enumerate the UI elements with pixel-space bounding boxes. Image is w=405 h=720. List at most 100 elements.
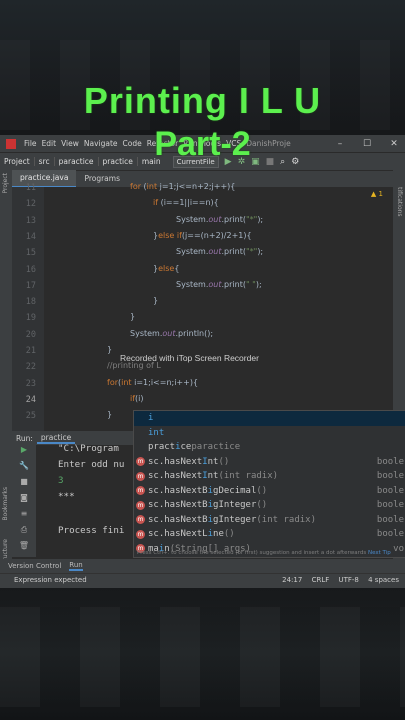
completion-prefix: sc.hasNextB [148, 485, 208, 496]
completion-name: sc.hasNextLine [148, 529, 224, 539]
code-line: System.out.println(); [130, 329, 213, 338]
bookmarks-tool-label[interactable]: Bookmarks [2, 487, 9, 521]
method-icon: m [136, 486, 145, 496]
line-number: 15 [25, 248, 36, 259]
background-bottom [0, 587, 405, 720]
completion-name: int [148, 428, 164, 438]
run-tab-practice[interactable]: practice [36, 433, 76, 444]
completion-prefix: sc.hasNextB [148, 500, 208, 511]
code-token: .print( [221, 279, 246, 289]
line-number: 16 [25, 264, 36, 275]
code-line: System.out.print("*"); [176, 247, 263, 256]
soft-wrap-icon[interactable]: ≡ [12, 509, 36, 525]
completion-hint-text: Press Ctrl+. to choose the selected (or … [137, 550, 367, 556]
line-number: 25 [25, 411, 36, 422]
warning-indicator[interactable]: ▲ 1 [371, 190, 383, 198]
stop-run-icon[interactable]: ■ [12, 477, 36, 493]
completion-item[interactable]: m sc.hasNextInt (int radix) boole [134, 469, 405, 484]
completion-type: boole [376, 485, 404, 496]
left-tool-strip: Project Bookmarks Structure [0, 169, 12, 567]
print-icon[interactable]: ⎙ [12, 525, 36, 541]
code-token: j=1;j<=n+2;j++){ [157, 182, 236, 191]
completion-prefix: sc.hasNext [148, 456, 203, 467]
code-editor[interactable] [44, 187, 384, 431]
project-tool-label[interactable]: Project [2, 173, 9, 194]
status-right: 24:17 CRLF UTF-8 4 spaces [275, 576, 399, 584]
code-line: if(i) [130, 394, 144, 403]
next-tip-link[interactable]: Next Tip [368, 550, 391, 556]
line-number: 11 [25, 183, 36, 193]
completion-item[interactable]: m sc.hasNextInt() boole [134, 455, 405, 470]
completion-rest: gDecimal [213, 485, 257, 496]
completion-name: sc.hasNextInt [148, 471, 218, 481]
completion-signature: paractice [191, 442, 241, 453]
indent-setting[interactable]: 4 spaces [368, 576, 399, 584]
method-icon: m [136, 529, 145, 539]
code-token: ); [255, 279, 262, 289]
completion-name: sc.hasNextBigInteger [148, 500, 256, 510]
code-token: .print( [221, 247, 246, 257]
output-line: "C:\Program [58, 443, 119, 454]
camera-icon[interactable]: ◙ [12, 493, 36, 509]
line-number: 18 [25, 297, 36, 308]
completion-item[interactable]: m sc.hasNextBigInteger() boole [134, 498, 405, 513]
completion-name: sc.hasNextInt [148, 457, 218, 467]
completion-prefix: sc.hasNextL [148, 529, 208, 540]
completion-rest: ne [213, 529, 224, 540]
completion-item[interactable]: i [134, 411, 405, 426]
bottom-tool-bar: Version Control Run [0, 559, 405, 573]
tab-programs[interactable]: Programs [76, 171, 128, 187]
variable-icon [136, 428, 145, 437]
code-token: } [107, 410, 113, 420]
code-token: out [208, 247, 222, 257]
line-number: 23 [25, 378, 36, 389]
completion-signature: (int radix) [256, 514, 316, 525]
recorder-watermark: Recorded with iTop Screen Recorder [120, 353, 259, 363]
code-token: ); [257, 247, 264, 257]
status-bar: Expression expected 24:17 CRLF UTF-8 4 s… [0, 573, 405, 588]
completion-signature: () [218, 456, 230, 467]
trash-icon[interactable]: 🗑 [12, 541, 36, 557]
completion-item[interactable]: m sc.hasNextBigInteger (int radix) boole [134, 513, 405, 528]
completion-item[interactable]: m sc.hasNextBigDecimal() boole [134, 484, 405, 499]
rerun-icon[interactable]: ▶ [12, 445, 36, 461]
code-token: i=1;i<=n;i++){ [131, 377, 199, 387]
completion-type: boole [376, 500, 404, 511]
line-separator[interactable]: CRLF [312, 576, 330, 584]
code-token: out [208, 279, 222, 289]
completion-item[interactable]: practice paractice [134, 440, 405, 455]
code-token: " " [245, 279, 256, 289]
completion-rest: ce [180, 442, 192, 453]
completion-hint: Press Ctrl+. to choose the selected (or … [137, 550, 391, 556]
run-output: "C:\Program Enter odd nu 3 *** Process f… [36, 443, 136, 557]
output-line: Process fini [58, 525, 125, 536]
completion-signature: () [223, 529, 235, 540]
wrench-icon[interactable]: 🔧 [12, 461, 36, 477]
variable-icon [136, 443, 145, 452]
version-control-tab[interactable]: Version Control [8, 562, 61, 570]
completion-item[interactable]: int [134, 426, 405, 441]
line-number: 24 [25, 394, 36, 405]
run-tool-tab[interactable]: Run [69, 561, 83, 571]
method-icon: m [136, 515, 145, 525]
code-token: "*" [245, 214, 258, 224]
code-token: (i) [135, 393, 144, 403]
code-token: System. [176, 214, 209, 224]
output-line: *** [58, 491, 75, 502]
line-number: 12 [25, 199, 36, 210]
status-message: Expression expected [14, 576, 87, 584]
caret-position[interactable]: 24:17 [282, 576, 302, 584]
code-token: .print( [221, 214, 246, 224]
output-line: 3 [58, 475, 64, 486]
completion-prefix: pract [148, 442, 176, 453]
code-line: for (int j=1;j<=n+2;j++){ [130, 182, 235, 191]
completion-prefix: sc.hasNextB [148, 514, 208, 525]
completion-item[interactable]: m sc.hasNextLine() boole [134, 527, 405, 542]
completion-type: boole [376, 456, 404, 467]
completion-signature: () [256, 485, 268, 496]
code-token: int [121, 377, 132, 387]
video-subtitle: Part-2 [154, 125, 251, 163]
code-token: "*" [245, 247, 258, 257]
file-encoding[interactable]: UTF-8 [338, 576, 358, 584]
variable-icon [136, 414, 145, 423]
